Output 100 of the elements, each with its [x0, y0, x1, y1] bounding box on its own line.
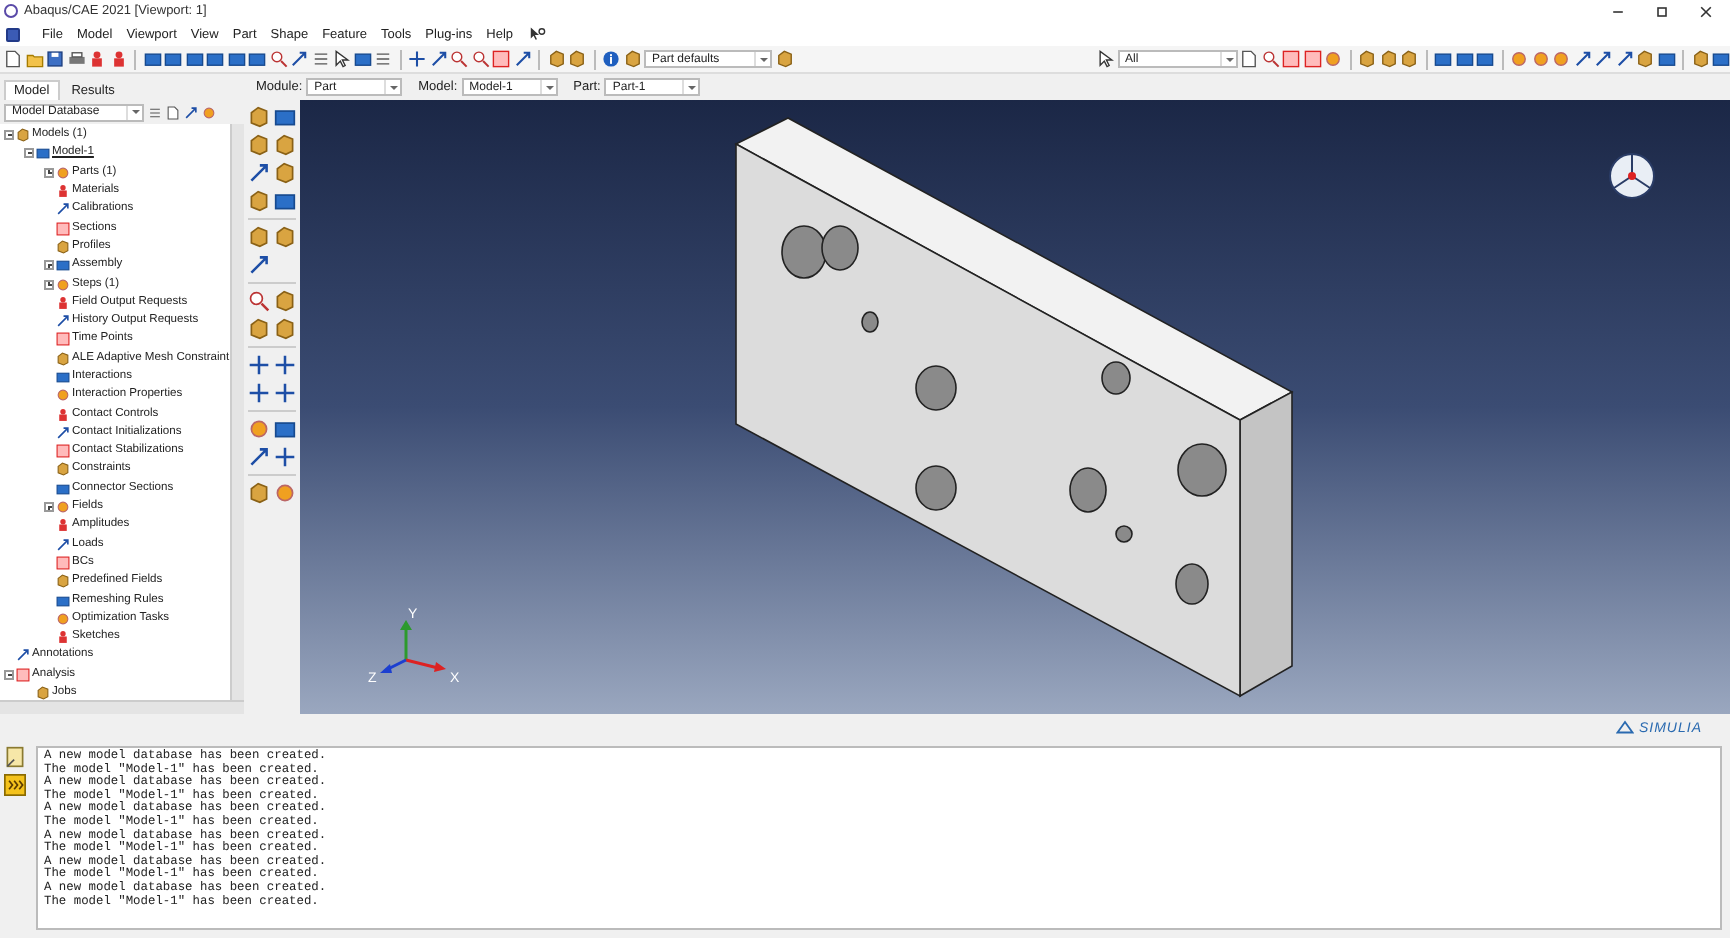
cube-icon[interactable] [775, 50, 793, 68]
figure-icon[interactable] [88, 50, 106, 68]
view-triad-icon[interactable] [1609, 153, 1655, 199]
arrow-icon[interactable] [248, 446, 270, 468]
block-icon [56, 258, 70, 273]
sphere-icon [56, 500, 70, 515]
expand-toggle[interactable] [44, 502, 54, 513]
cube-icon[interactable] [274, 318, 296, 340]
block-icon [56, 593, 70, 608]
help-pointer-icon[interactable] [527, 25, 546, 43]
cube-icon[interactable] [1636, 50, 1654, 68]
arrow-icon [56, 202, 70, 217]
block-icon[interactable] [1712, 50, 1730, 68]
frame-icon [56, 221, 70, 236]
cube-icon [16, 128, 30, 143]
info-icon[interactable] [602, 50, 620, 68]
horizontal-scrollbar[interactable] [0, 700, 244, 714]
block-icon[interactable] [353, 50, 371, 68]
cube-icon [56, 239, 70, 254]
move-icon[interactable] [248, 382, 270, 404]
move-icon[interactable] [274, 446, 296, 468]
expand-toggle[interactable] [44, 167, 54, 178]
arrow-icon[interactable] [248, 162, 270, 184]
cube-icon[interactable] [274, 226, 296, 248]
sphere-icon[interactable] [202, 105, 216, 119]
vertical-scrollbar[interactable] [230, 124, 244, 700]
arrow-icon[interactable] [1573, 50, 1591, 68]
sphere-icon [56, 388, 70, 403]
cube-icon[interactable] [274, 134, 296, 156]
arrow-icon[interactable] [248, 254, 270, 276]
cursor-icon[interactable] [1096, 50, 1114, 68]
sphere-icon[interactable] [1324, 50, 1342, 68]
cube-icon[interactable] [274, 162, 296, 184]
cursor-icon[interactable] [332, 50, 350, 68]
sphere-icon[interactable] [274, 482, 296, 504]
axis-triad-icon [380, 620, 446, 673]
frame-icon [56, 332, 70, 347]
move-icon[interactable] [248, 354, 270, 376]
arrow-icon[interactable] [184, 105, 198, 119]
cube-icon[interactable] [248, 318, 270, 340]
zoom-icon[interactable] [1261, 50, 1279, 68]
arrow-icon[interactable] [429, 50, 447, 68]
figure-icon [56, 184, 70, 199]
expand-toggle[interactable] [4, 130, 14, 141]
cube-icon[interactable] [248, 190, 270, 212]
block-icon[interactable] [274, 190, 296, 212]
block-icon [56, 370, 70, 384]
cube-icon[interactable] [274, 290, 296, 312]
zoom-icon[interactable] [269, 50, 287, 68]
move-icon[interactable] [408, 50, 426, 68]
arrow-icon[interactable] [1615, 50, 1633, 68]
figure-icon [56, 518, 70, 533]
arrow-icon[interactable] [290, 50, 308, 68]
frame-icon [56, 444, 70, 459]
arrow-icon[interactable] [1594, 50, 1612, 68]
arrow-icon [56, 425, 70, 440]
list-icon[interactable] [311, 50, 329, 68]
sphere-icon[interactable] [248, 418, 270, 440]
figure-icon [56, 630, 70, 645]
cube-icon [56, 351, 70, 366]
block-icon[interactable] [274, 106, 296, 128]
cube-icon[interactable] [623, 50, 641, 68]
list-icon[interactable] [148, 105, 162, 119]
new-file-icon[interactable] [4, 50, 22, 68]
print-icon[interactable] [67, 50, 85, 68]
figure-icon [56, 295, 70, 310]
block-icon[interactable] [274, 418, 296, 440]
cube-icon[interactable] [248, 482, 270, 504]
command-line-icon[interactable] [4, 774, 26, 796]
logo-icon [1616, 720, 1635, 736]
sphere-icon [56, 277, 70, 292]
move-icon[interactable] [274, 382, 296, 404]
frame-icon[interactable] [492, 50, 510, 68]
cube-icon[interactable] [248, 134, 270, 156]
block-icon[interactable] [1657, 50, 1675, 68]
new-file-icon[interactable] [1240, 50, 1258, 68]
cube-icon[interactable] [248, 226, 270, 248]
app-menu-icon[interactable] [6, 27, 20, 41]
new-file-icon[interactable] [166, 105, 180, 119]
zoom-icon[interactable] [248, 290, 270, 312]
zoom-icon[interactable] [471, 50, 489, 68]
expand-toggle[interactable] [24, 148, 34, 159]
arrow-icon [56, 537, 70, 552]
close-icon[interactable] [1698, 3, 1714, 19]
expand-toggle[interactable] [44, 279, 54, 290]
cube-icon[interactable] [248, 106, 270, 128]
open-folder-icon[interactable] [25, 50, 43, 68]
restore-icon[interactable] [1654, 3, 1670, 19]
expand-toggle[interactable] [44, 260, 54, 271]
move-icon[interactable] [274, 354, 296, 376]
arrow-icon[interactable] [513, 50, 531, 68]
app-logo-icon [4, 4, 18, 18]
figure-icon[interactable] [109, 50, 127, 68]
list-icon[interactable] [374, 50, 392, 68]
arrow-icon [56, 314, 70, 329]
message-area-icon[interactable] [4, 746, 26, 768]
cube-icon[interactable] [1691, 50, 1709, 68]
save-icon[interactable] [46, 50, 64, 68]
expand-toggle[interactable] [4, 669, 14, 680]
zoom-icon[interactable] [450, 50, 468, 68]
